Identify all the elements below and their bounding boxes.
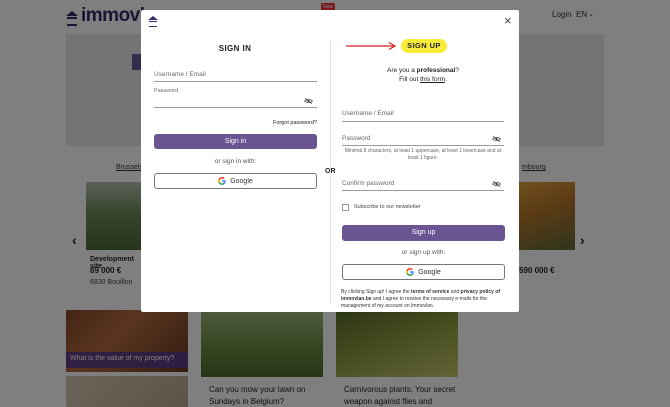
password-hint: Minimal 8 characters, at least 1 upperca…: [344, 148, 502, 161]
terms-text-2: and: [449, 289, 461, 295]
professional-bold: professional: [416, 67, 456, 74]
sign-in-google-button[interactable]: Google: [154, 173, 317, 189]
username-placeholder: Username / Email: [342, 110, 394, 117]
professional-prefix: Are you a: [387, 67, 417, 74]
sign-in-panel: SIGN IN Username / Email Password Forgot…: [141, 32, 329, 312]
professional-question: Are you a professional?: [338, 67, 508, 74]
sign-up-username-field[interactable]: Username / Email: [342, 108, 504, 122]
sign-up-google-button[interactable]: Google: [342, 264, 505, 280]
auth-modal: × SIGN IN Username / Email Password Forg…: [141, 10, 519, 312]
newsletter-checkbox[interactable]: [342, 204, 349, 211]
eye-slash-icon[interactable]: [492, 136, 501, 142]
sign-in-button[interactable]: Sign in: [154, 134, 317, 149]
modal-header: ×: [141, 10, 519, 32]
username-placeholder: Username / Email: [154, 71, 206, 78]
sign-in-title: SIGN IN: [218, 44, 252, 53]
fill-prefix: Fill out: [399, 76, 421, 83]
google-label: Google: [418, 268, 441, 276]
eye-slash-icon[interactable]: [492, 181, 501, 187]
sign-up-panel: SIGN UP Are you a professional? Fill out…: [338, 32, 519, 312]
confirm-password-field[interactable]: Confirm password: [342, 177, 504, 191]
terms-text-1: By clicking Sign up! I agree the: [341, 289, 412, 295]
sign-in-username-field[interactable]: Username / Email: [154, 70, 317, 82]
forgot-password-link[interactable]: Forgot password?: [254, 120, 317, 126]
confirm-password-placeholder: Confirm password: [342, 180, 395, 187]
arrow-right-icon: [345, 38, 397, 56]
house-icon: [148, 16, 158, 27]
google-icon: [406, 268, 414, 276]
professional-suffix: ?: [455, 67, 459, 74]
password-label: Password: [154, 88, 179, 94]
close-icon[interactable]: ×: [504, 14, 512, 27]
sign-in-alt-label: or sign in with:: [214, 158, 257, 165]
professional-form-line: Fill out this form.: [338, 76, 508, 83]
sign-up-password-field[interactable]: Password: [342, 132, 504, 146]
sign-up-button[interactable]: Sign up: [342, 225, 505, 241]
google-icon: [218, 177, 226, 185]
newsletter-label[interactable]: Subscribe to our newsletter: [354, 204, 421, 210]
fill-suffix: .: [445, 76, 447, 83]
google-label: Google: [230, 177, 253, 185]
terms-notice: By clicking Sign up! I agree the terms o…: [341, 289, 507, 310]
sign-in-password-field[interactable]: Password: [154, 86, 317, 108]
password-placeholder: Password: [342, 135, 371, 142]
eye-slash-icon[interactable]: [304, 98, 313, 104]
sign-up-title: SIGN UP: [401, 39, 447, 53]
professional-form-link[interactable]: this form: [420, 76, 445, 83]
sign-up-alt-label: or sign up with:: [401, 249, 446, 256]
terms-of-service-link[interactable]: terms of service: [411, 289, 449, 295]
or-separator: OR: [323, 167, 338, 176]
